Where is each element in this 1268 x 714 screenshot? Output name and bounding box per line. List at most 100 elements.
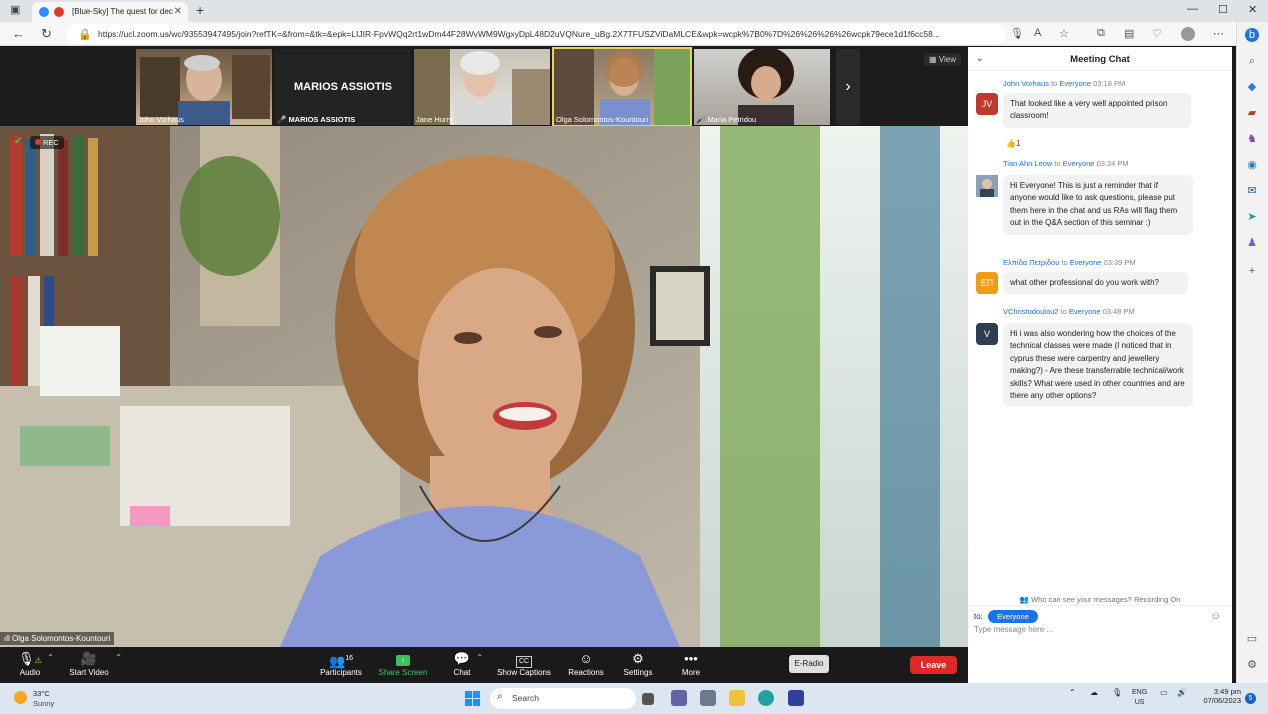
message-time: 03:24 PM <box>1096 159 1129 168</box>
message-time: 03:18 PM <box>1093 79 1126 88</box>
message-sender[interactable]: John Vorhaus <box>1003 79 1049 88</box>
minimize-button[interactable]: — <box>1187 3 1198 15</box>
profile-avatar[interactable] <box>1181 27 1195 41</box>
participant-thumb[interactable]: John Vorhaus <box>136 49 272 125</box>
volume-icon[interactable]: 🔊 <box>1177 688 1187 697</box>
participant-name-row: 🎤 Maria Petridou <box>696 115 756 124</box>
games-icon[interactable]: ♞ <box>1245 132 1259 146</box>
calculator-icon[interactable] <box>700 690 716 706</box>
tools-icon[interactable]: ▰ <box>1245 106 1259 120</box>
close-window-button[interactable]: ✕ <box>1248 3 1257 16</box>
office-icon[interactable]: ◉ <box>1245 158 1259 172</box>
chat-options-caret[interactable]: ⌃ <box>476 653 483 662</box>
start-video-button[interactable]: 🎥 Start Video ⌃ <box>66 650 122 677</box>
task-view-icon[interactable] <box>642 693 654 705</box>
leave-button[interactable]: Leave <box>910 656 957 674</box>
new-tab-button[interactable]: + <box>196 2 204 18</box>
network-icon[interactable]: ☁ <box>1090 688 1098 697</box>
show-captions-button[interactable]: CC Show Captions <box>495 650 553 677</box>
message-sender[interactable]: VChristodoulou2 <box>1003 307 1058 316</box>
message-visibility-info[interactable]: 👥 Who can see your messages? Recording O… <box>968 595 1232 604</box>
meeting-chat-panel: ⌄ Meeting Chat John Vorhaus to Everyone … <box>968 47 1232 683</box>
split-screen-icon[interactable]: ▭ <box>1245 632 1259 646</box>
mic-permission-icon[interactable]: 🎙 <box>1010 27 1024 40</box>
designer-icon[interactable]: ♟ <box>1245 236 1259 250</box>
audio-button[interactable]: 🎙⚠ Audio ⌃ <box>16 650 54 677</box>
file-explorer-icon[interactable] <box>729 690 745 706</box>
clock-date: 07/06/2023 <box>1203 696 1241 705</box>
send-icon[interactable]: ➤ <box>1245 210 1259 224</box>
extensions-icon[interactable]: ⧉ <box>1097 27 1105 40</box>
region-label: US <box>1134 699 1145 706</box>
back-icon[interactable]: ← <box>12 26 25 41</box>
maximize-button[interactable]: ☐ <box>1218 3 1228 16</box>
settings-menu-icon[interactable]: ⋯ <box>1213 27 1224 40</box>
tab-actions-icon[interactable]: ▣ <box>10 3 20 16</box>
start-video-label: Start Video <box>69 668 109 677</box>
taskbar: 33°C Sunny ⌕ Search ⌃ ☁ 🎙 ENG US ▭ 🔊 3:4… <box>0 683 1268 714</box>
message-sender[interactable]: Tian Ahn Leow <box>1003 159 1052 168</box>
shopping-icon[interactable]: ◆ <box>1245 80 1259 94</box>
sidebar-settings-icon[interactable]: ⚙ <box>1245 658 1259 672</box>
reactions-button[interactable]: ☺ Reactions <box>566 650 606 677</box>
view-button[interactable]: ▦ View <box>924 53 961 66</box>
favorite-star-icon[interactable]: ☆ <box>1059 27 1069 40</box>
read-aloud-icon[interactable]: A <box>1034 27 1041 39</box>
view-label: View <box>938 55 956 64</box>
display-icon[interactable]: ▭ <box>1160 688 1168 697</box>
edge-browser-icon[interactable] <box>758 690 774 706</box>
close-tab-icon[interactable]: ✕ <box>174 6 182 17</box>
participants-button[interactable]: 👥16 Participants <box>318 650 364 677</box>
search-icon[interactable]: ⌕ <box>1245 54 1259 68</box>
share-screen-button[interactable]: ↑ Share Screen <box>378 650 428 677</box>
avatar: ΕΠ <box>976 272 998 294</box>
clock[interactable]: 3:49 pm 07/06/2023 <box>1199 687 1241 705</box>
participant-thumb[interactable]: 🎤 Maria Petridou <box>694 49 830 125</box>
settings-label: Settings <box>623 668 653 677</box>
avatar-photo <box>976 175 998 197</box>
browser-essentials-icon[interactable]: ♡ <box>1152 27 1162 40</box>
message-bubble: That looked like a very well appointed p… <box>1003 93 1191 128</box>
participant-thumb-active[interactable]: Olga Solomontos-Kountouri <box>552 47 692 127</box>
notification-badge[interactable]: 5 <box>1245 693 1256 704</box>
more-icon: ••• <box>684 651 698 666</box>
windows-start-icon[interactable] <box>465 691 480 706</box>
input-language[interactable]: ENG US <box>1132 688 1147 708</box>
teams-icon[interactable] <box>671 690 687 706</box>
rec-label: REC <box>43 138 59 147</box>
to-word: to <box>1060 307 1067 316</box>
refresh-icon[interactable]: ↻ <box>41 26 52 42</box>
audio-options-caret[interactable]: ⌃ <box>47 653 54 662</box>
chat-button[interactable]: 💬 Chat ⌃ <box>451 650 483 677</box>
mic-tray-icon[interactable]: 🎙 <box>1112 688 1122 697</box>
next-participants-button[interactable]: › <box>836 49 860 125</box>
message-reaction[interactable]: 👍1 <box>1006 139 1020 148</box>
recipient-dropdown[interactable]: Everyone <box>988 610 1038 623</box>
participant-thumb[interactable]: Jane Hurry <box>414 49 550 125</box>
message-sender[interactable]: Ελπίδα Πετρίδου <box>1003 258 1059 267</box>
media-app-icon[interactable] <box>788 690 804 706</box>
emoji-icon[interactable]: ☺ <box>1210 610 1221 622</box>
more-button[interactable]: ••• More <box>678 650 704 677</box>
bing-icon[interactable]: b <box>1245 28 1259 42</box>
add-icon[interactable]: + <box>1245 264 1259 278</box>
url-text: https://ucl.zoom.us/wc/93553947495/join?… <box>98 29 940 39</box>
mic-muted-icon: 🎤 <box>277 115 287 124</box>
chat-message-input[interactable]: Type message here ... <box>974 625 1053 634</box>
participant-video <box>414 49 550 125</box>
url-field[interactable]: 🔒 https://ucl.zoom.us/wc/93553947495/joi… <box>66 24 1006 44</box>
settings-button[interactable]: ⚙ Settings <box>622 650 654 677</box>
collections-icon[interactable]: ▤ <box>1124 27 1134 40</box>
microphone-icon: 🎙⚠ <box>18 651 42 666</box>
captions-icon: CC <box>495 650 553 668</box>
show-hidden-icons[interactable]: ⌃ <box>1069 688 1076 697</box>
reactions-icon: ☺ <box>579 651 593 666</box>
taskbar-search[interactable]: ⌕ Search <box>490 688 636 709</box>
video-options-caret[interactable]: ⌃ <box>115 653 122 662</box>
e-radio-button[interactable]: E-Radio <box>789 655 829 673</box>
chevron-down-icon[interactable]: ⌄ <box>976 53 984 64</box>
recording-icon <box>54 7 64 17</box>
outlook-icon[interactable]: ✉ <box>1245 184 1259 198</box>
browser-tab-zoom[interactable]: [Blue-Sky] The quest for dec ✕ <box>32 2 188 22</box>
participant-thumb[interactable]: MARIOS ASSIOTIS 🎤 MARIOS ASSIOTIS <box>275 49 411 125</box>
